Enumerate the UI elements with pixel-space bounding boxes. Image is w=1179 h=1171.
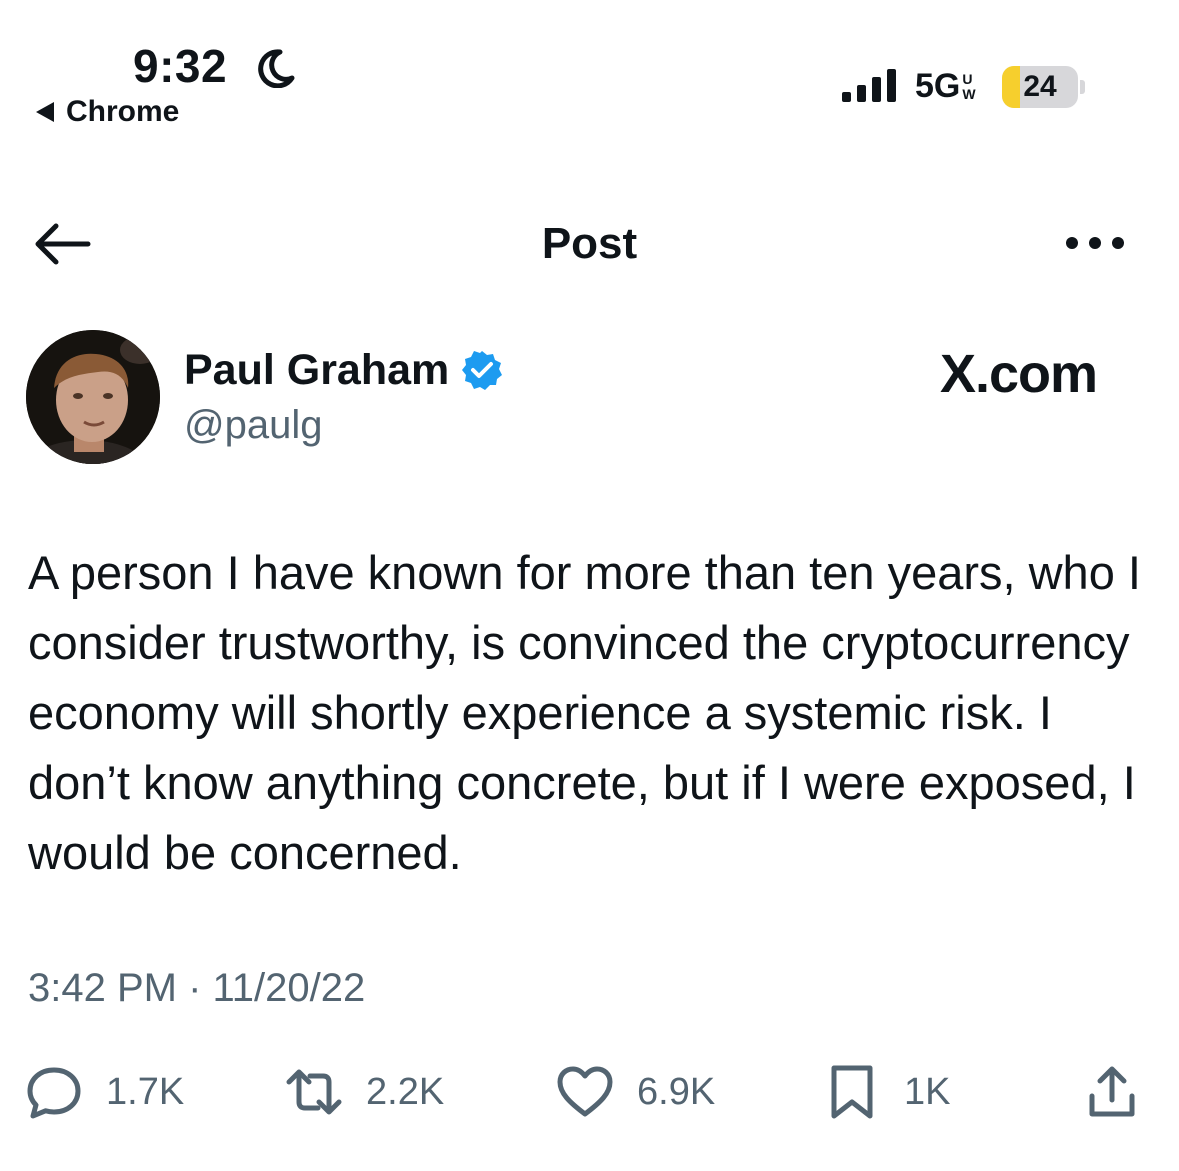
like-button[interactable]: 6.9K: [555, 1062, 715, 1122]
back-arrow-icon[interactable]: [30, 218, 92, 270]
author-name[interactable]: Paul Graham: [184, 344, 449, 396]
network-sub: W: [962, 86, 976, 102]
reply-button[interactable]: 1.7K: [24, 1062, 184, 1122]
avatar-photo: [26, 330, 160, 464]
bookmark-button[interactable]: 1K: [822, 1062, 950, 1122]
reply-icon: [27, 1067, 81, 1119]
repost-button[interactable]: 2.2K: [284, 1062, 444, 1122]
share-icon: [1089, 1066, 1135, 1117]
back-to-app-button[interactable]: Chrome: [36, 94, 179, 130]
status-time: 9:32: [133, 40, 228, 92]
author-handle[interactable]: @paulg: [184, 400, 322, 450]
page-title: Post: [541, 219, 638, 268]
tweet-timestamp[interactable]: 3:42 PM · 11/20/22: [28, 962, 365, 1014]
repost-icon: [286, 1069, 342, 1115]
network-indicator: 5G U W: [915, 66, 976, 106]
brand-logo: X.com: [940, 344, 1098, 404]
author-name-row[interactable]: Paul Graham: [184, 344, 503, 396]
battery-indicator: 24: [1002, 66, 1078, 108]
more-icon[interactable]: [1064, 230, 1126, 256]
back-app-label: Chrome: [66, 95, 180, 128]
network-label: 5G: [915, 67, 961, 105]
like-icon: [557, 1066, 613, 1117]
share-button[interactable]: [1082, 1062, 1142, 1122]
network-uw: U W: [962, 72, 975, 102]
like-count: 6.9K: [637, 1071, 716, 1113]
network-sup: U: [962, 71, 973, 87]
bookmark-count: 1K: [904, 1071, 951, 1113]
moon-icon: [258, 49, 295, 88]
back-triangle-icon: [36, 102, 54, 122]
verified-icon: [462, 351, 503, 390]
battery-level: 24: [1023, 70, 1057, 103]
battery-cap: [1080, 80, 1085, 94]
tweet-text: A person I have known for more than ten …: [28, 546, 1141, 879]
repost-count: 2.2K: [366, 1071, 445, 1113]
avatar[interactable]: [26, 330, 160, 464]
bookmark-icon: [831, 1065, 873, 1119]
signal-icon: [842, 69, 896, 102]
reply-count: 1.7K: [106, 1071, 185, 1113]
